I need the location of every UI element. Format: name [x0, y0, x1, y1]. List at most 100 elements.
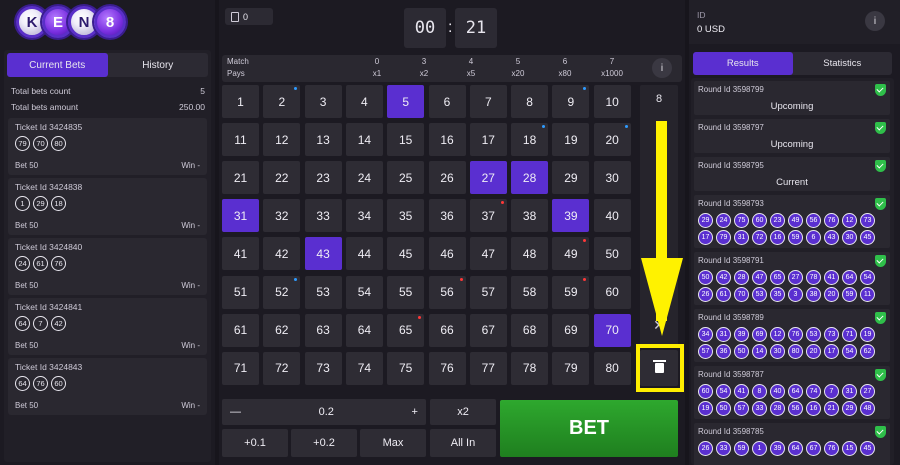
number-cell[interactable]: 77	[469, 351, 507, 385]
add-0-1-button[interactable]: +0.1	[222, 429, 288, 457]
number-cell[interactable]: 79	[552, 351, 590, 385]
number-cell[interactable]: 11	[222, 123, 259, 157]
ticket-card[interactable]: Ticket Id 3424843 64 76 60 Bet 50 Win -	[8, 358, 207, 415]
number-cell[interactable]: 43	[304, 237, 342, 271]
number-cell[interactable]: 51	[222, 275, 259, 309]
number-cell[interactable]: 17	[469, 123, 507, 157]
number-cell[interactable]: 41	[222, 237, 259, 271]
number-cell[interactable]: 1	[222, 85, 259, 118]
number-cell[interactable]: 53	[304, 275, 342, 309]
number-cell[interactable]: 42	[263, 237, 301, 271]
max-stake-button[interactable]: Max	[360, 429, 426, 457]
number-cell[interactable]: 12	[263, 123, 301, 157]
number-cell[interactable]: 30	[593, 161, 631, 195]
number-cell[interactable]: 75	[387, 351, 425, 385]
number-cell[interactable]: 63	[304, 313, 342, 347]
tab-current-bets[interactable]: Current Bets	[7, 53, 108, 77]
number-cell[interactable]: 31	[222, 199, 259, 233]
verified-shield-icon[interactable]	[875, 426, 886, 438]
number-cell[interactable]: 6	[428, 85, 466, 118]
number-cell[interactable]: 35	[387, 199, 425, 233]
number-cell[interactable]: 19	[552, 123, 590, 157]
number-cell[interactable]: 37	[469, 199, 507, 233]
number-cell[interactable]: 25	[387, 161, 425, 195]
number-cell[interactable]: 62	[263, 313, 301, 347]
tab-results[interactable]: Results	[693, 52, 793, 75]
tab-history[interactable]: History	[108, 53, 209, 77]
number-cell[interactable]: 71	[222, 351, 259, 385]
account-info-icon[interactable]: i	[865, 11, 885, 31]
verified-shield-icon[interactable]	[875, 84, 886, 96]
tab-statistics[interactable]: Statistics	[793, 52, 893, 75]
number-cell[interactable]: 21	[222, 161, 259, 195]
number-cell[interactable]: 34	[345, 199, 383, 233]
number-cell[interactable]: 49	[552, 237, 590, 271]
number-cell[interactable]: 69	[552, 313, 590, 347]
number-cell[interactable]: 56	[428, 275, 466, 309]
number-cell[interactable]: 8	[511, 85, 549, 118]
number-cell[interactable]: 67	[469, 313, 507, 347]
number-cell[interactable]: 50	[593, 237, 631, 271]
number-cell[interactable]: 36	[428, 199, 466, 233]
number-cell[interactable]: 13	[304, 123, 342, 157]
all-in-button[interactable]: All In	[430, 429, 496, 457]
number-cell[interactable]: 66	[428, 313, 466, 347]
number-cell[interactable]: 23	[304, 161, 342, 195]
number-cell[interactable]: 3	[304, 85, 342, 118]
number-cell[interactable]: 76	[428, 351, 466, 385]
number-cell[interactable]: 73	[304, 351, 342, 385]
stake-amount[interactable]: 0.2	[319, 406, 334, 418]
number-cell[interactable]: 26	[428, 161, 466, 195]
number-cell[interactable]: 18	[511, 123, 549, 157]
number-cell[interactable]: 68	[511, 313, 549, 347]
number-cell[interactable]: 38	[511, 199, 549, 233]
paytable-info-icon[interactable]: i	[652, 58, 672, 78]
number-cell[interactable]: 5	[387, 85, 425, 118]
number-cell[interactable]: 24	[345, 161, 383, 195]
number-cell[interactable]: 65	[387, 313, 425, 347]
number-cell[interactable]: 45	[387, 237, 425, 271]
number-cell[interactable]: 61	[222, 313, 259, 347]
verified-shield-icon[interactable]	[875, 369, 886, 381]
number-cell[interactable]: 14	[345, 123, 383, 157]
number-cell[interactable]: 15	[387, 123, 425, 157]
bet-button[interactable]: BET	[500, 400, 678, 457]
number-cell[interactable]: 74	[345, 351, 383, 385]
verified-shield-icon[interactable]	[875, 198, 886, 210]
number-cell[interactable]: 58	[511, 275, 549, 309]
ticket-card[interactable]: Ticket Id 3424835 79 70 80 Bet 50 Win -	[8, 118, 207, 175]
number-cell[interactable]: 64	[345, 313, 383, 347]
number-cell[interactable]: 59	[552, 275, 590, 309]
number-cell[interactable]: 27	[469, 161, 507, 195]
number-cell[interactable]: 22	[263, 161, 301, 195]
add-0-2-button[interactable]: +0.2	[291, 429, 357, 457]
verified-shield-icon[interactable]	[875, 255, 886, 267]
number-cell[interactable]: 52	[263, 275, 301, 309]
verified-shield-icon[interactable]	[875, 122, 886, 134]
verified-shield-icon[interactable]	[875, 160, 886, 172]
ticket-card[interactable]: Ticket Id 3424841 64 7 42 Bet 50 Win -	[8, 298, 207, 355]
number-cell[interactable]: 7	[469, 85, 507, 118]
number-cell[interactable]: 9	[552, 85, 590, 118]
number-cell[interactable]: 33	[304, 199, 342, 233]
number-cell[interactable]: 39	[552, 199, 590, 233]
verified-shield-icon[interactable]	[875, 312, 886, 324]
number-cell[interactable]: 48	[511, 237, 549, 271]
number-cell[interactable]: 4	[345, 85, 383, 118]
number-cell[interactable]: 57	[469, 275, 507, 309]
number-cell[interactable]: 32	[263, 199, 301, 233]
number-cell[interactable]: 10	[593, 85, 631, 118]
number-cell[interactable]: 29	[552, 161, 590, 195]
number-cell[interactable]: 16	[428, 123, 466, 157]
number-cell[interactable]: 46	[428, 237, 466, 271]
number-cell[interactable]: 28	[511, 161, 549, 195]
number-cell[interactable]: 72	[263, 351, 301, 385]
number-cell[interactable]: 47	[469, 237, 507, 271]
double-stake-button[interactable]: x2	[430, 399, 496, 425]
number-cell[interactable]: 44	[345, 237, 383, 271]
number-cell[interactable]: 60	[593, 275, 631, 309]
increase-stake-button[interactable]: +	[412, 406, 418, 418]
ticket-card[interactable]: Ticket Id 3424840 24 61 76 Bet 50 Win -	[8, 238, 207, 295]
number-cell[interactable]: 54	[345, 275, 383, 309]
decrease-stake-button[interactable]: —	[230, 406, 241, 418]
